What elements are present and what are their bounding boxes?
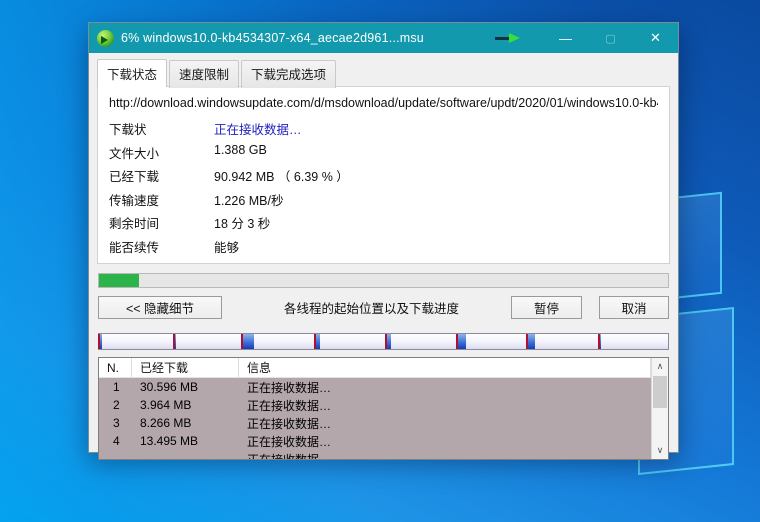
thread-start-tick [598, 334, 600, 349]
window-title: 6% windows10.0-kb4534307-x64_aecae2d961.… [121, 31, 424, 45]
field-value: 1.388 GB [214, 143, 658, 162]
close-button[interactable]: ✕ [633, 23, 678, 53]
titlebar[interactable]: 6% windows10.0-kb4534307-x64_aecae2d961.… [89, 23, 678, 53]
thread-progress-bar [98, 333, 669, 350]
field-value: 90.942 MB （ 6.39 % ） [214, 166, 658, 185]
idm-app-icon [97, 30, 114, 47]
start-queue-arrow-icon[interactable] [495, 33, 521, 43]
cell-n: 1 [99, 380, 132, 394]
thread-downloaded-segment [527, 334, 536, 349]
field-label: 能否续传 [109, 237, 214, 256]
field-label: 已经下载 [109, 166, 214, 185]
overall-progress-bar [98, 273, 669, 288]
cell-n: 4 [99, 434, 132, 448]
cell-size: 3.964 MB [132, 398, 239, 412]
field-value: 1.226 MB/秒 [214, 190, 658, 209]
field-value: 能够 [214, 237, 658, 256]
maximize-button[interactable]: ▢ [588, 23, 633, 53]
threads-table-body: 130.596 MB正在接收数据…23.964 MB正在接收数据…38.266 … [99, 378, 651, 459]
cell-size: 8.266 MB [132, 416, 239, 430]
col-header-size[interactable]: 已经下载 [132, 358, 239, 377]
thread-start-tick [456, 334, 458, 349]
thread-downloaded-segment [242, 334, 253, 349]
cell-info: 正在接收数据… [239, 397, 651, 414]
download-progress-window: 6% windows10.0-kb4534307-x64_aecae2d961.… [88, 22, 679, 453]
table-row[interactable]: 正在接收数据… [99, 450, 651, 459]
overall-progress-fill [99, 274, 139, 287]
tab-speed-limit[interactable]: 速度限制 [169, 60, 239, 88]
thread-downloaded-segment [457, 334, 466, 349]
minimize-button[interactable]: — [543, 23, 588, 53]
table-scrollbar[interactable]: ∧ ∨ [651, 358, 668, 459]
field-label: 下载状 [109, 119, 214, 138]
thread-start-tick [241, 334, 243, 349]
table-row[interactable]: 130.596 MB正在接收数据… [99, 378, 651, 396]
thread-start-tick [173, 334, 175, 349]
thread-start-tick [526, 334, 528, 349]
controls-row: << 隐藏细节 各线程的起始位置以及下载进度 暂停 取消 [98, 296, 669, 319]
threads-table: N. 已经下载 信息 130.596 MB正在接收数据…23.964 MB正在接… [98, 357, 669, 460]
scroll-up-icon[interactable]: ∧ [652, 358, 668, 375]
cell-info: 正在接收数据… [239, 415, 651, 432]
cell-info: 正在接收数据… [239, 433, 651, 450]
cell-n: 3 [99, 416, 132, 430]
field-value: 18 分 3 秒 [214, 213, 658, 232]
scroll-down-icon[interactable]: ∨ [652, 442, 668, 459]
field-label: 传输速度 [109, 190, 214, 209]
status-fields: 下载状正在接收数据…文件大小1.388 GB已经下载90.942 MB （ 6.… [109, 119, 658, 256]
thread-start-tick [98, 334, 100, 349]
tabstrip: 下载状态速度限制下载完成选项 [89, 53, 678, 86]
hide-details-button[interactable]: << 隐藏细节 [98, 296, 222, 319]
download-status-panel: http://download.windowsupdate.com/d/msdo… [97, 86, 670, 264]
table-row[interactable]: 38.266 MB正在接收数据… [99, 414, 651, 432]
download-url: http://download.windowsupdate.com/d/msdo… [109, 96, 658, 110]
table-row[interactable]: 23.964 MB正在接收数据… [99, 396, 651, 414]
tab-download-status[interactable]: 下载状态 [97, 59, 167, 87]
cell-info: 正在接收数据… [239, 379, 651, 396]
thread-start-tick [314, 334, 316, 349]
field-label: 剩余时间 [109, 213, 214, 232]
cell-size: 30.596 MB [132, 380, 239, 394]
cell-n: 2 [99, 398, 132, 412]
thread-start-tick [385, 334, 387, 349]
pause-button[interactable]: 暂停 [511, 296, 582, 319]
col-header-info[interactable]: 信息 [239, 358, 651, 377]
field-label: 文件大小 [109, 143, 214, 162]
table-row[interactable]: 413.495 MB正在接收数据… [99, 432, 651, 450]
col-header-n[interactable]: N. [99, 358, 132, 377]
field-value: 正在接收数据… [214, 119, 658, 138]
arrow-head [509, 33, 520, 43]
threads-table-header: N. 已经下载 信息 [99, 358, 668, 378]
tab-on-complete[interactable]: 下载完成选项 [241, 60, 336, 88]
cell-info: 正在接收数据… [239, 451, 651, 460]
cell-size: 13.495 MB [132, 434, 239, 448]
threads-caption: 各线程的起始位置以及下载进度 [284, 298, 459, 317]
cancel-button[interactable]: 取消 [599, 296, 669, 319]
scroll-thumb[interactable] [653, 376, 667, 408]
